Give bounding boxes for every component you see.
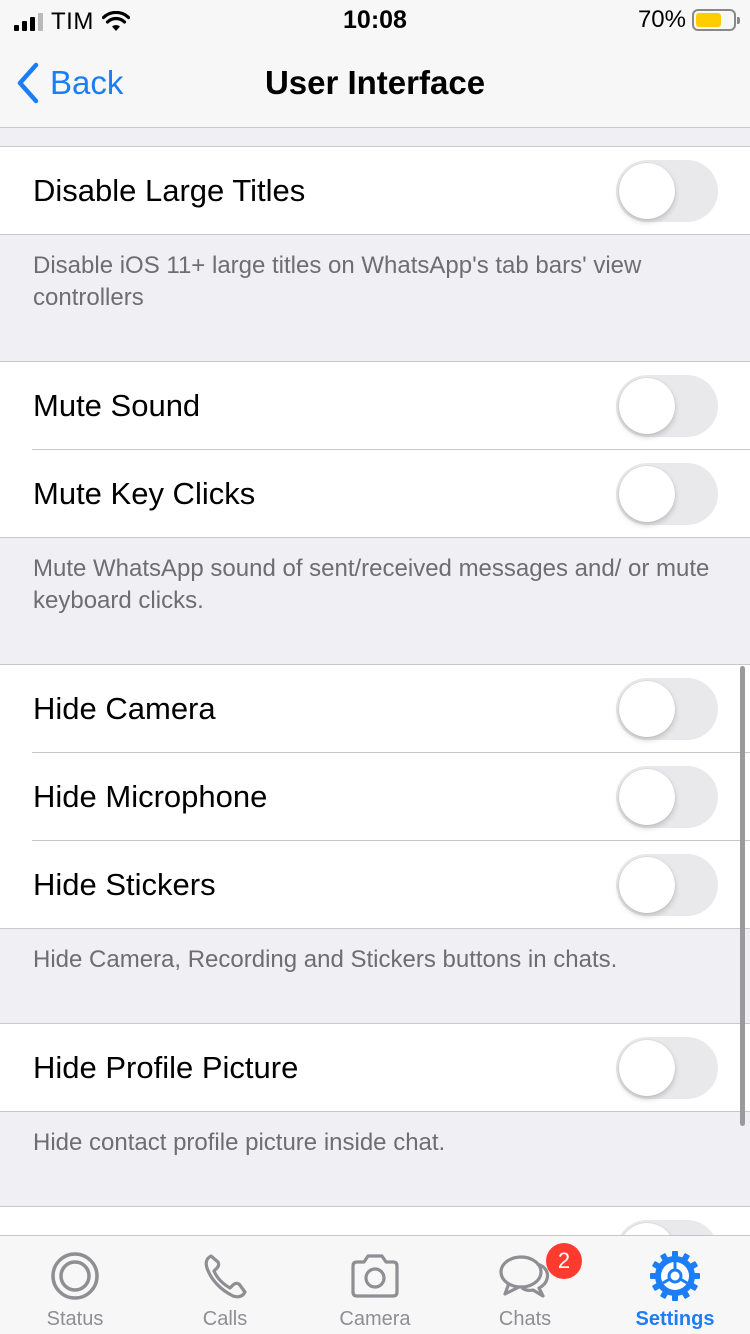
- hide-stickers-toggle[interactable]: [616, 854, 718, 916]
- toggle-knob: [619, 378, 675, 434]
- mute-sound-toggle[interactable]: [616, 375, 718, 437]
- section-footer: Hide Camera, Recording and Stickers butt…: [33, 946, 618, 973]
- toggle-knob: [619, 1223, 675, 1235]
- row-label: Mute Sound: [33, 388, 201, 423]
- status-bar: TIM 10:08 70%: [0, 0, 750, 40]
- row-label: Hide Microphone: [33, 779, 268, 814]
- settings-row-hide-stickers[interactable]: Hide Stickers: [0, 840, 750, 928]
- toggle-knob: [619, 857, 675, 913]
- settings-section-large-titles: Disable Large Titles: [0, 146, 750, 235]
- camera-icon: [351, 1254, 399, 1298]
- tab-label: Chats: [498, 1308, 552, 1330]
- settings-section-hide-buttons: Hide Camera Hide Microphone Hide Sticker…: [0, 664, 750, 929]
- hide-camera-toggle[interactable]: [616, 678, 718, 740]
- section-footer: Mute WhatsApp sound of sent/received mes…: [33, 555, 710, 614]
- navigation-bar: Back User Interface: [0, 40, 750, 128]
- tab-label: Calls: [202, 1308, 248, 1330]
- settings-section-profile-picture: Hide Profile Picture: [0, 1023, 750, 1112]
- scroll-indicator[interactable]: [740, 666, 745, 1126]
- toggle-knob: [619, 1040, 675, 1096]
- battery-level-fill: [696, 13, 722, 27]
- chats-icon: [499, 1255, 550, 1298]
- settings-row-mute-key-clicks[interactable]: Mute Key Clicks: [0, 449, 750, 537]
- chats-unread-badge: 2: [546, 1243, 582, 1279]
- status-icon: [51, 1252, 99, 1300]
- row-label: Hide Stickers: [33, 867, 216, 902]
- hide-profile-picture-toggle[interactable]: [616, 1037, 718, 1099]
- toggle-knob: [619, 466, 675, 522]
- phone-icon: [204, 1254, 247, 1299]
- settings-row-disable-large-titles[interactable]: Disable Large Titles: [0, 147, 750, 234]
- settings-section-mute: Mute Sound Mute Key Clicks: [0, 361, 750, 538]
- tab-label: Settings: [635, 1308, 715, 1330]
- toggle-knob: [619, 769, 675, 825]
- settings-row-hide-profile-picture[interactable]: Hide Profile Picture: [0, 1024, 750, 1111]
- row-label: Hide Profile Picture: [33, 1050, 299, 1085]
- toggle-knob: [619, 681, 675, 737]
- row-label: Mute Key Clicks: [33, 476, 256, 511]
- settings-row-hide-microphone[interactable]: Hide Microphone: [0, 752, 750, 840]
- tab-settings[interactable]: Settings: [600, 1236, 750, 1334]
- tab-label: Status: [46, 1308, 104, 1330]
- tab-bar: Status Calls Camera Chats Settings: [0, 1235, 750, 1334]
- battery-icon: [692, 9, 740, 31]
- settings-row-hide-camera[interactable]: Hide Camera: [0, 665, 750, 752]
- settings-row-mute-sound[interactable]: Mute Sound: [0, 362, 750, 449]
- row-label: Disable Large Titles: [33, 173, 306, 208]
- next-setting-toggle[interactable]: [616, 1220, 718, 1235]
- toggle-knob: [619, 163, 675, 219]
- tab-camera[interactable]: Camera: [300, 1236, 450, 1334]
- hide-microphone-toggle[interactable]: [616, 766, 718, 828]
- disable-large-titles-toggle[interactable]: [616, 160, 718, 222]
- battery-status: 70%: [637, 6, 740, 34]
- section-footer: Hide contact profile picture inside chat…: [33, 1129, 446, 1156]
- settings-gear-icon: [650, 1251, 700, 1301]
- settings-list[interactable]: Disable Large Titles Disable iOS 11+ lar…: [0, 128, 750, 1235]
- mute-key-clicks-toggle[interactable]: [616, 463, 718, 525]
- page-title: User Interface: [264, 64, 486, 101]
- tab-calls[interactable]: Calls: [150, 1236, 300, 1334]
- tab-status[interactable]: Status: [0, 1236, 150, 1334]
- section-footer: Disable iOS 11+ large titles on WhatsApp…: [33, 252, 642, 311]
- battery-percent: 70%: [637, 6, 686, 33]
- tab-label: Camera: [339, 1308, 411, 1330]
- settings-section-next-partial: [0, 1206, 750, 1235]
- row-label: Hide Camera: [33, 691, 216, 726]
